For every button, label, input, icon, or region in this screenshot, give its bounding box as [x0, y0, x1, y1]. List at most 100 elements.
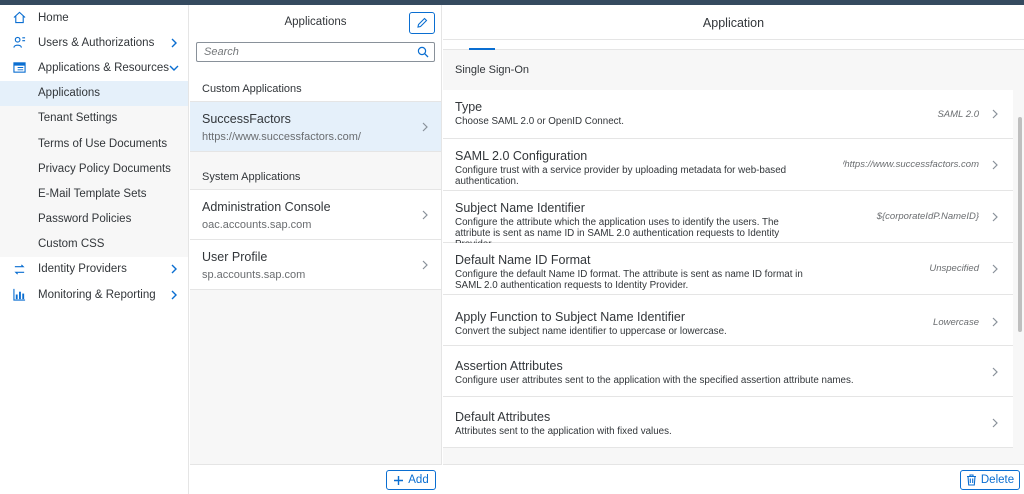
row-title: SAML 2.0 Configuration: [455, 149, 588, 163]
users-icon: [12, 36, 26, 50]
row-description: Configure user attributes sent to the ap…: [455, 375, 854, 386]
row-title: Subject Name Identifier: [455, 201, 585, 215]
home-icon: [12, 11, 26, 25]
row-default-name-id-format[interactable]: Default Name ID Format Configure the def…: [443, 243, 1013, 295]
chevron-down-icon: [169, 63, 179, 73]
nav-item-label: Tenant Settings: [38, 112, 118, 125]
chevron-right-icon: [991, 417, 999, 431]
nav-item-label: Applications & Resources: [38, 61, 170, 74]
nav-item-label: Custom CSS: [38, 238, 105, 251]
row-description: Convert the subject name identifier to u…: [455, 326, 727, 337]
list-item-administration-console[interactable]: Administration Console oac.accounts.sap.…: [190, 190, 441, 240]
row-value: SAML 2.0: [937, 109, 979, 120]
list-item-title: User Profile: [202, 250, 268, 264]
nav-subitem-custom-css[interactable]: Custom CSS: [0, 231, 188, 257]
trash-icon: [966, 474, 976, 486]
monitoring-icon: [12, 288, 26, 302]
chevron-right-icon: [991, 366, 999, 380]
tab-bar: [443, 40, 1024, 50]
search-icon[interactable]: [417, 46, 429, 61]
row-description: Configure trust with a service provider …: [455, 165, 787, 187]
applications-list-panel: Applications Custom Applications Success…: [190, 5, 442, 494]
row-default-attributes[interactable]: Default Attributes Attributes sent to th…: [443, 397, 1013, 448]
search-input[interactable]: [197, 43, 434, 61]
row-title: Assertion Attributes: [455, 359, 563, 373]
chevron-right-icon: [169, 290, 179, 300]
chevron-right-icon: [421, 121, 429, 135]
delete-button[interactable]: Delete: [960, 470, 1020, 490]
row-title: Apply Function to Subject Name Identifie…: [455, 310, 685, 324]
row-saml-configuration[interactable]: SAML 2.0 Configuration Configure trust w…: [443, 139, 1013, 191]
nav-subitem-applications[interactable]: Applications: [0, 80, 188, 106]
row-title: Default Name ID Format: [455, 253, 591, 267]
nav-item-label: Terms of Use Documents: [38, 137, 168, 150]
edit-button[interactable]: [409, 12, 435, 34]
row-subject-name-identifier[interactable]: Subject Name Identifier Configure the at…: [443, 191, 1013, 250]
nav-subitem-privacy-policy[interactable]: Privacy Policy Documents: [0, 156, 188, 182]
row-title: Type: [455, 100, 483, 114]
nav-item-label: Home: [38, 11, 69, 24]
nav-item-applications-resources[interactable]: Applications & Resources: [0, 55, 188, 80]
delete-button-label: Delete: [980, 474, 1015, 486]
row-description: Choose SAML 2.0 or OpenID Connect.: [455, 116, 624, 127]
side-navigation: Home Users & Authorizations Applications…: [0, 5, 189, 494]
row-apply-function[interactable]: Apply Function to Subject Name Identifie…: [443, 295, 1013, 346]
add-button-label: Add: [408, 474, 429, 486]
nav-item-label: Applications: [38, 87, 101, 100]
chevron-right-icon: [991, 108, 999, 122]
list-item-title: Administration Console: [202, 200, 331, 214]
chevron-right-icon: [421, 209, 429, 223]
list-footer: Add: [190, 464, 442, 494]
nav-subitem-email-templates[interactable]: E-Mail Template Sets: [0, 181, 188, 207]
row-value: Lowercase: [933, 317, 979, 328]
search-field: [196, 42, 435, 62]
chevron-right-icon: [991, 159, 999, 173]
add-button[interactable]: Add: [386, 470, 436, 490]
nav-subitem-password-policies[interactable]: Password Policies: [0, 206, 188, 232]
list-item-description: sp.accounts.sap.com: [202, 269, 306, 281]
row-type[interactable]: Type Choose SAML 2.0 or OpenID Connect. …: [443, 90, 1013, 139]
row-assertion-attributes[interactable]: Assertion Attributes Configure user attr…: [443, 346, 1013, 397]
row-value: ${corporateIdP.NameID}: [876, 211, 979, 222]
row-description: Configure the default Name ID format. Th…: [455, 269, 803, 291]
nav-item-home[interactable]: Home: [0, 5, 188, 30]
chevron-right-icon: [991, 263, 999, 277]
group-header-custom: Custom Applications: [190, 69, 441, 102]
list-item-description: https://www.successfactors.com/: [202, 131, 361, 143]
chevron-right-icon: [991, 211, 999, 225]
nav-item-users-authorizations[interactable]: Users & Authorizations: [0, 30, 188, 55]
nav-item-monitoring-reporting[interactable]: Monitoring & Reporting: [0, 282, 188, 307]
pencil-icon: [417, 17, 428, 28]
list-item-description: oac.accounts.sap.com: [202, 219, 312, 231]
nav-item-label: Identity Providers: [38, 263, 127, 276]
row-description: Attributes sent to the application with …: [455, 426, 672, 437]
row-value: https://www.successfactors.com/: [843, 159, 979, 170]
applications-icon: [12, 61, 26, 75]
chevron-right-icon: [421, 259, 429, 273]
scrollbar-thumb[interactable]: [1018, 117, 1022, 332]
nav-item-label: Users & Authorizations: [38, 36, 155, 49]
list-item-user-profile[interactable]: User Profile sp.accounts.sap.com: [190, 240, 441, 290]
chevron-right-icon: [169, 264, 179, 274]
group-header-system: System Applications: [190, 152, 441, 190]
detail-footer: Delete: [443, 464, 1024, 494]
nav-item-identity-providers[interactable]: Identity Providers: [0, 257, 188, 282]
list-item-successfactors[interactable]: SuccessFactors https://www.successfactor…: [190, 102, 441, 152]
nav-item-label: E-Mail Template Sets: [38, 187, 147, 200]
identity-providers-icon: [12, 262, 26, 276]
nav-item-label: Privacy Policy Documents: [38, 162, 171, 175]
tab-active-indicator[interactable]: [469, 48, 495, 50]
list-header: Applications: [190, 5, 441, 38]
chevron-right-icon: [169, 38, 179, 48]
nav-item-label: Password Policies: [38, 213, 132, 226]
row-value: Unspecified: [929, 263, 979, 274]
nav-subitem-terms-of-use[interactable]: Terms of Use Documents: [0, 130, 188, 157]
settings-list: Type Choose SAML 2.0 or OpenID Connect. …: [443, 90, 1013, 448]
add-icon: [394, 475, 404, 485]
detail-title: Application: [443, 5, 1024, 40]
chevron-right-icon: [991, 316, 999, 330]
nav-subitem-tenant-settings[interactable]: Tenant Settings: [0, 105, 188, 131]
application-detail-panel: Application Single Sign-On Type Choose S…: [443, 5, 1024, 494]
nav-item-label: Monitoring & Reporting: [38, 288, 156, 301]
list-title: Applications: [284, 16, 347, 28]
